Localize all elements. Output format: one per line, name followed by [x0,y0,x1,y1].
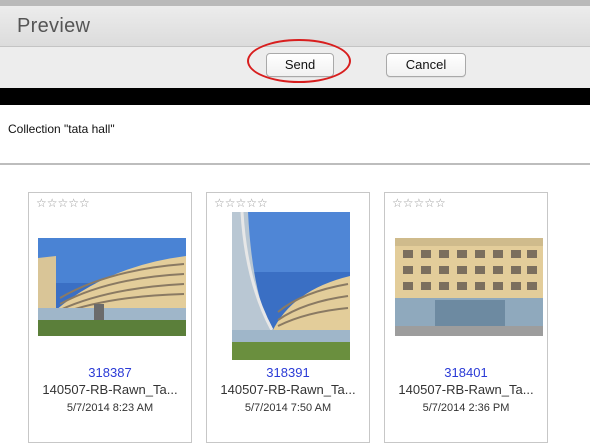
cancel-button[interactable]: Cancel [386,53,466,77]
rating-stars[interactable]: ☆☆☆☆☆ [214,196,268,210]
image-card[interactable]: ☆☆☆☆☆ 318391 140507-RB-Rawn_Ta... 5/7/20… [206,192,370,443]
asset-id-link[interactable]: 318401 [385,365,547,380]
thumbnail-image[interactable] [232,212,350,360]
black-bar [0,88,590,105]
thumbnail-image[interactable] [395,238,543,336]
asset-filename: 140507-RB-Rawn_Ta... [398,382,534,397]
asset-date: 5/7/2014 2:36 PM [422,402,510,414]
asset-id-link[interactable]: 318391 [207,365,369,380]
image-card[interactable]: ☆☆☆☆☆ 318401 140507-RB-Rawn_Ta... 5/7/20… [384,192,548,443]
collection-label: Collection "tata hall" [8,122,115,136]
rating-stars[interactable]: ☆☆☆☆☆ [392,196,446,210]
asset-date: 5/7/2014 7:50 AM [244,402,332,414]
window-title: Preview [17,15,91,37]
image-card[interactable]: ☆☆☆☆☆ 318387 140507-RB-Rawn_Ta... 5/7/20… [28,192,192,443]
asset-filename: 140507-RB-Rawn_Ta... [220,382,356,397]
asset-id-link[interactable]: 318387 [29,365,191,380]
thumbnail-image[interactable] [38,238,186,336]
asset-filename: 140507-RB-Rawn_Ta... [42,382,178,397]
divider [0,163,590,165]
rating-stars[interactable]: ☆☆☆☆☆ [36,196,90,210]
send-highlight-circle [247,39,351,83]
asset-date: 5/7/2014 8:23 AM [66,402,154,414]
